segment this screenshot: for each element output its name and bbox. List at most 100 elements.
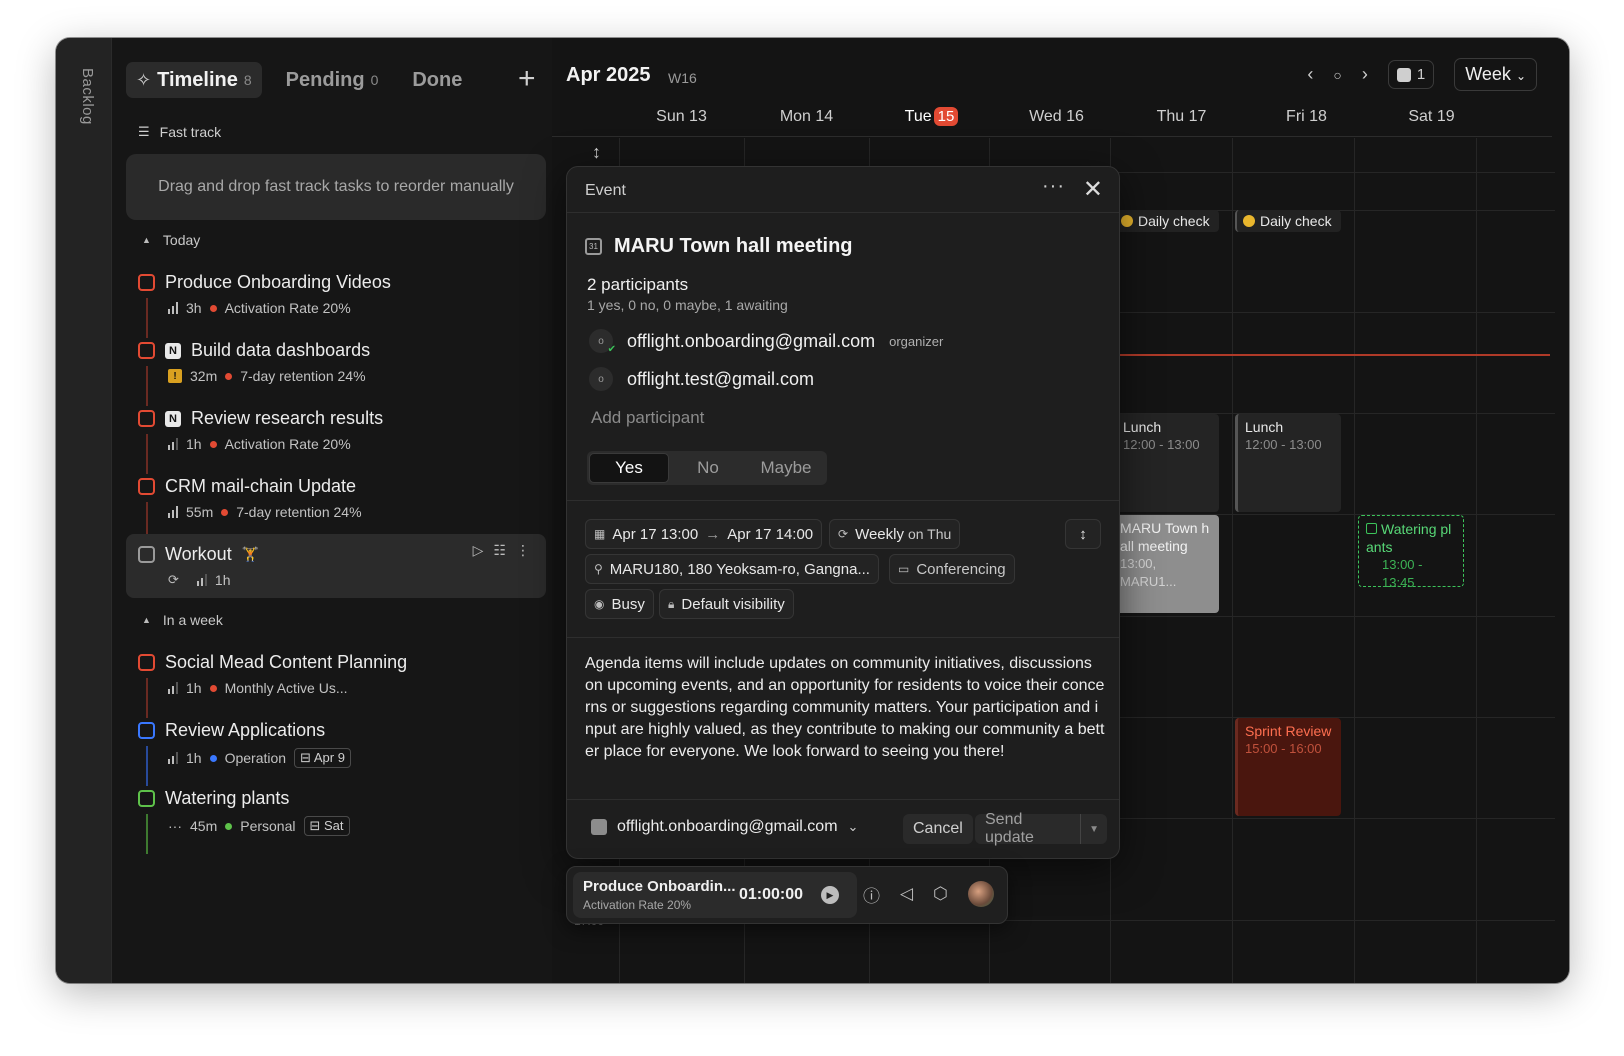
task-checkbox[interactable] xyxy=(138,342,155,359)
task-duration: 1h xyxy=(214,572,231,588)
event-daily-check-fri[interactable]: Daily check xyxy=(1235,210,1341,232)
prev-week-icon[interactable]: ‹ xyxy=(1307,64,1313,85)
section-today[interactable]: ▲ Today xyxy=(142,232,200,248)
play-icon[interactable]: ▶ xyxy=(821,886,839,904)
task-item[interactable]: Review Applications 1h Operation ⊟ Apr 9 xyxy=(126,720,546,786)
task-checkbox[interactable] xyxy=(138,722,155,739)
caret-down-icon[interactable]: ▼ xyxy=(1081,824,1107,835)
conferencing-chip[interactable]: ▭ Conferencing xyxy=(889,554,1015,584)
day-header-tue[interactable]: Tue 15 xyxy=(869,107,994,126)
event-maru-town-hall[interactable]: MARU Town h all meeting 13:00, MARU1... xyxy=(1113,515,1219,613)
event-end: Apr 17 14:00 xyxy=(727,525,814,543)
next-week-icon[interactable]: › xyxy=(1362,64,1368,85)
video-camera-icon: ▭ xyxy=(898,562,910,576)
event-lunch-fri[interactable]: Lunch 12:00 - 13:00 xyxy=(1235,414,1341,512)
participant-row[interactable]: o offlight.test@gmail.com xyxy=(589,367,814,391)
task-item[interactable]: Produce Onboarding Videos 3h Activation … xyxy=(126,272,546,338)
today-circle-icon[interactable]: ○ xyxy=(1333,67,1341,83)
event-title[interactable]: MARU Town hall meeting xyxy=(614,235,853,258)
task-checkbox[interactable] xyxy=(138,790,155,807)
settings-icon[interactable]: ⬡ xyxy=(933,884,948,904)
task-title: Workout xyxy=(165,544,232,564)
task-checkbox[interactable] xyxy=(138,546,155,563)
task-timeline-line xyxy=(146,678,148,718)
location-chip[interactable]: ⚲ MARU180, 180 Yeoksam-ro, Gangna... xyxy=(585,554,879,584)
view-select[interactable]: Week ⌄ xyxy=(1454,58,1537,91)
tab-label: Timeline xyxy=(157,68,238,91)
goal-dot xyxy=(209,440,217,448)
expand-time-button[interactable]: ↕ xyxy=(1065,519,1101,549)
tab-pending[interactable]: Pending 0 xyxy=(276,62,389,98)
task-checkbox[interactable] xyxy=(138,274,155,291)
due-date-tag: ⊟ Sat xyxy=(303,816,350,836)
chevron-down-icon: ⌄ xyxy=(1515,69,1526,83)
busy-chip[interactable]: ◉ Busy xyxy=(585,589,654,619)
avatar[interactable] xyxy=(967,881,994,907)
recurrence-chip[interactable]: ⟳ Weekly on Thu xyxy=(829,519,961,549)
tab-done[interactable]: Done xyxy=(402,62,472,98)
priority-bars-icon xyxy=(168,682,178,694)
backlog-rail[interactable]: Backlog xyxy=(56,38,112,983)
day-header-fri[interactable]: Fri 18 xyxy=(1244,108,1369,126)
tab-count: 0 xyxy=(370,72,379,88)
section-in-a-week[interactable]: ▲ In a week xyxy=(142,612,223,628)
event-description[interactable]: Agenda items will include updates on com… xyxy=(585,653,1105,763)
task-item[interactable]: Social Mead Content Planning 1h Monthly … xyxy=(126,652,546,718)
rsvp-yes[interactable]: Yes xyxy=(589,453,669,483)
add-task-button[interactable]: + xyxy=(518,64,536,94)
day-header-thu[interactable]: Thu 17 xyxy=(1119,108,1244,126)
task-timeline-line xyxy=(146,366,148,406)
task-title: CRM mail-chain Update xyxy=(165,476,357,496)
day-header-sat[interactable]: Sat 19 xyxy=(1369,108,1494,126)
help-icon[interactable]: ⓘ xyxy=(863,882,880,907)
task-item[interactable]: N Build data dashboards ! 32m 7-day rete… xyxy=(126,340,546,406)
visibility-chip[interactable]: 🔒︎ Default visibility xyxy=(659,589,794,619)
day-header-sun[interactable]: Sun 13 xyxy=(619,108,744,126)
timer-task-card[interactable]: Produce Onboardin... Activation Rate 20%… xyxy=(573,872,857,918)
event-time: 12:00 - 13:00 xyxy=(1245,437,1322,452)
task-meta: ! 32m 7-day retention 24% xyxy=(168,368,366,384)
day-header-mon[interactable]: Mon 14 xyxy=(744,108,869,126)
task-item[interactable]: N Review research results 1h Activation … xyxy=(126,408,546,474)
task-item-hovered[interactable]: Workout 🏋 ⟳ 1h ▷ ☷ ⋮ xyxy=(126,534,546,598)
task-checkbox[interactable] xyxy=(138,654,155,671)
filter-count: 1 xyxy=(1416,66,1426,83)
day-header-wed[interactable]: Wed 16 xyxy=(994,108,1119,126)
urgent-priority-icon: ! xyxy=(168,369,182,383)
more-vertical-icon[interactable]: ⋮ xyxy=(516,542,530,559)
event-lunch-thu[interactable]: Lunch 12:00 - 13:00 xyxy=(1113,414,1219,512)
header-divider xyxy=(552,136,1552,137)
calendar-filter-button[interactable]: 1 xyxy=(1387,60,1435,89)
task-goal: Activation Rate 20% xyxy=(224,436,351,452)
fast-track-dropzone[interactable]: Drag and drop fast track tasks to reorde… xyxy=(126,154,546,220)
fast-track-add-icon[interactable]: ☷ xyxy=(493,542,506,559)
send-update-button[interactable]: Send update ▼ xyxy=(975,811,1107,846)
play-icon[interactable]: ▷ xyxy=(473,542,484,559)
avatar: o xyxy=(589,367,613,391)
tab-timeline[interactable]: ✧ Timeline 8 xyxy=(126,62,262,98)
task-item[interactable]: Watering plants ··· 45m Personal ⊟ Sat xyxy=(126,788,546,854)
datetime-chip[interactable]: ▦ Apr 17 13:00 → Apr 17 14:00 xyxy=(585,519,823,549)
timer-toolbar: ⓘ ◁ ⬡ xyxy=(863,881,994,907)
backlog-label[interactable]: Backlog xyxy=(79,68,96,125)
task-timeline-line xyxy=(146,814,148,854)
participant-row[interactable]: o ✔ offlight.onboarding@gmail.com organiz… xyxy=(589,329,943,355)
rsvp-no[interactable]: No xyxy=(669,453,747,483)
event-checkbox[interactable] xyxy=(1366,523,1377,534)
close-icon[interactable]: ✕ xyxy=(1083,175,1103,204)
rsvp-maybe[interactable]: Maybe xyxy=(747,453,825,483)
announcement-icon[interactable]: ◁ xyxy=(900,884,913,904)
task-item[interactable]: CRM mail-chain Update 55m 7-day retentio… xyxy=(126,476,546,542)
event-daily-check-thu[interactable]: Daily check xyxy=(1113,210,1219,232)
event-watering-plants[interactable]: Watering pl ants 13:00 - 13:45 xyxy=(1358,515,1464,590)
task-checkbox[interactable] xyxy=(138,478,155,495)
popover-footer: offlight.onboarding@gmail.com ⌄ Cancel S… xyxy=(567,800,1119,858)
add-participant-input[interactable]: Add participant xyxy=(591,408,704,428)
more-horizontal-icon[interactable]: ··· xyxy=(1042,175,1065,198)
expand-vertical-icon[interactable]: ↕ xyxy=(592,142,601,163)
cancel-button[interactable]: Cancel xyxy=(903,814,973,844)
notion-icon: N xyxy=(165,410,181,427)
task-checkbox[interactable] xyxy=(138,410,155,427)
event-sprint-review[interactable]: Sprint Review 15:00 - 16:00 xyxy=(1235,718,1341,816)
account-select[interactable]: offlight.onboarding@gmail.com ⌄ xyxy=(591,818,858,836)
